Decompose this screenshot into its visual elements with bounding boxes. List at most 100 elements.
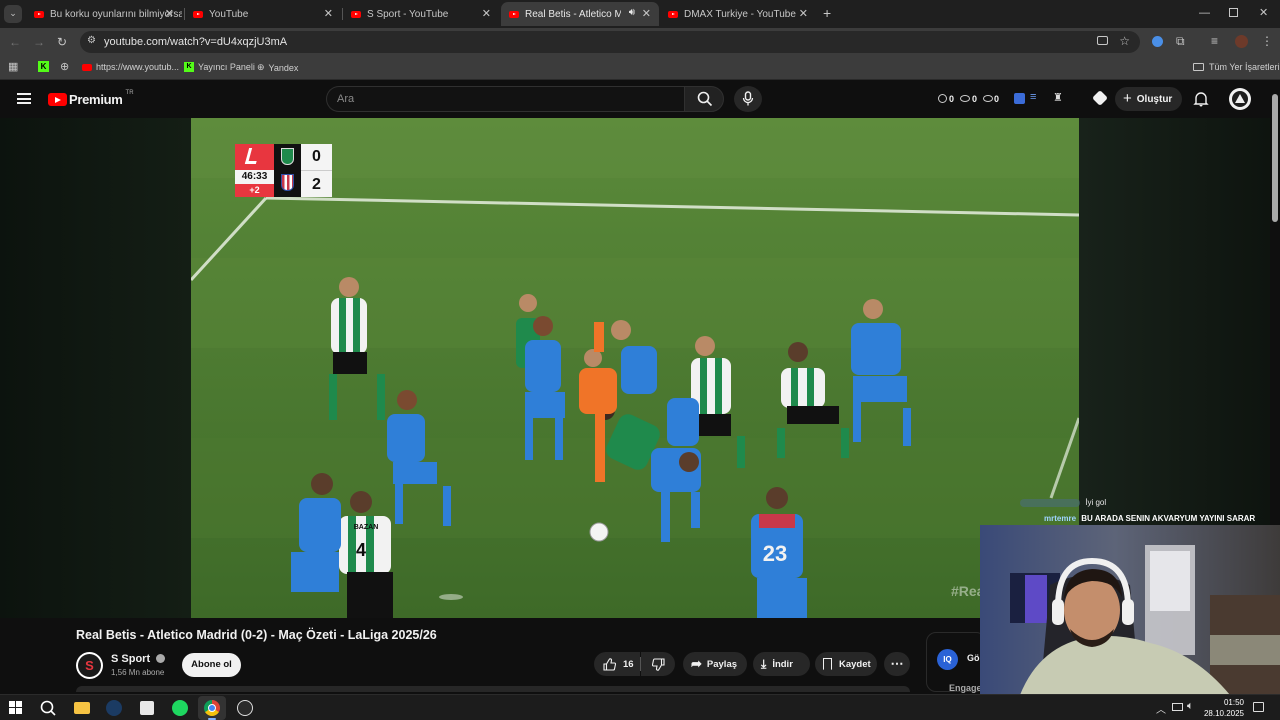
microphone-icon (742, 91, 754, 106)
tab-horror-games[interactable]: Bu korku oyunlarını bilmiyorsan ✕ (26, 2, 182, 26)
forward-icon[interactable]: → (33, 36, 45, 48)
taskbar-search-icon[interactable] (39, 699, 57, 717)
tray-chevron-icon[interactable]: ︿ (1156, 701, 1166, 716)
close-tab-icon[interactable]: ✕ (642, 7, 651, 20)
bookmark-yayinci-paneli[interactable]: K Yayıncı Paneli (184, 62, 255, 72)
obs-icon[interactable] (237, 700, 253, 716)
verified-icon (156, 654, 166, 663)
close-tab-icon[interactable]: ✕ (482, 7, 491, 20)
notifications-bell-icon[interactable] (1193, 91, 1209, 107)
audio-playing-icon[interactable]: 🔊︎ (629, 7, 635, 18)
close-tab-icon[interactable]: ✕ (324, 7, 333, 20)
match-clock: 46:33 (235, 170, 274, 184)
extension-blue-icon[interactable] (1152, 36, 1163, 47)
laliga-logo (235, 144, 274, 170)
thumbs-up-icon (603, 657, 616, 671)
save-button[interactable]: Kaydet (815, 652, 877, 676)
hamburger-menu-icon[interactable] (17, 93, 31, 104)
more-actions-button[interactable]: ⋯ (884, 652, 910, 676)
dislike-button[interactable] (641, 652, 675, 676)
bookmark-yandex[interactable]: ⊕ Yandex (257, 62, 298, 73)
chat-line-2: mrtemre BU ARADA SENIN AKVARYUM YAYINI S… (1044, 514, 1256, 523)
site-info-icon[interactable]: ⚙ (87, 35, 96, 46)
channel-name[interactable]: S Sport (111, 653, 166, 665)
stat-3: 0 (994, 94, 1000, 104)
tab-real-betis-atletico[interactable]: Real Betis - Atletico Madrid 🔊︎ ✕ (501, 2, 659, 26)
like-button[interactable]: 16 (594, 652, 640, 676)
globe-bookmark-icon[interactable]: ⊕ (60, 61, 69, 73)
back-icon[interactable]: ← (9, 36, 21, 48)
video-info: Real Betis - Atletico Madrid (0-2) - Maç… (0, 618, 986, 693)
bookmark-youtube[interactable]: https://www.youtub... (82, 62, 179, 72)
volume-icon[interactable]: 🔈︎ (1187, 700, 1194, 713)
youtube-favicon-icon (509, 10, 519, 18)
extension-iq-icon[interactable] (1014, 93, 1025, 104)
restore-icon[interactable] (1229, 8, 1238, 17)
clock[interactable]: 01:50 28.10.2025 (1200, 697, 1244, 719)
file-explorer-icon[interactable] (74, 702, 90, 714)
tab-youtube[interactable]: YouTube ✕ (185, 2, 341, 26)
folder-icon (1193, 63, 1204, 71)
tab-s-sport[interactable]: S Sport - YouTube ✕ (343, 2, 499, 26)
browser-menu-icon[interactable]: ⋮ (1261, 35, 1273, 47)
create-button[interactable]: + Oluştur (1115, 87, 1182, 111)
profile-avatar-icon[interactable] (1235, 35, 1248, 48)
apps-grid-icon[interactable]: ▦ (8, 61, 18, 73)
extension-list-icon[interactable]: ≡ (1030, 91, 1036, 103)
all-bookmarks[interactable]: Tüm Yer İşaretleri (1193, 62, 1280, 72)
side-panel-card[interactable]: IQ Gö Engage (926, 632, 986, 693)
reload-icon[interactable]: ↻ (57, 36, 67, 48)
iq-badge-icon: IQ (937, 649, 958, 670)
kick-bookmark-icon[interactable]: K (38, 61, 49, 72)
plus-icon: + (1123, 90, 1132, 107)
more-dots-icon: ⋯ (890, 656, 904, 671)
scrollbar-thumb[interactable] (1272, 94, 1278, 222)
extension-puzzle-icon[interactable] (1092, 90, 1108, 106)
youtube-masthead: Premium TR Ara 0 0 0 ≡ ♜ + Oluştur (0, 81, 1280, 118)
url-text[interactable]: youtube.com/watch?v=dU4xqzjU3mA (104, 36, 287, 48)
voice-search-button[interactable] (734, 86, 762, 112)
address-bar[interactable]: ⚙ youtube.com/watch?v=dU4xqzjU3mA ☆ (80, 31, 1140, 53)
youtube-premium-logo[interactable]: Premium TR (48, 90, 134, 107)
share-button[interactable]: ➦ Paylaş (683, 652, 747, 676)
close-tab-icon[interactable]: ✕ (799, 7, 808, 20)
stat-eye-icon[interactable] (960, 95, 970, 102)
network-icon[interactable] (1172, 703, 1183, 711)
video-player[interactable]: 4 BAZAN 23 #Rea 0 46:33 +2 2 (191, 118, 1079, 618)
extensions-puzzle-icon[interactable]: ⧉ (1176, 35, 1185, 47)
stat-history-icon[interactable] (938, 94, 947, 103)
search-input[interactable]: Ara (326, 86, 684, 112)
subscriber-count: 1,56 Mn abone (111, 668, 165, 677)
steam-icon[interactable] (106, 700, 122, 716)
bookmarks-bar: ▦ K ⊕ https://www.youtub... K Yayıncı Pa… (0, 56, 1280, 80)
chat-line-1: İyi gol (1020, 498, 1106, 507)
betis-crest-icon (274, 144, 301, 170)
webcam-scene (980, 525, 1280, 695)
tab-search-icon[interactable]: ⌄ (4, 5, 22, 23)
minimize-icon[interactable]: — (1199, 7, 1210, 19)
description-box[interactable] (76, 686, 910, 692)
extension-trophy-icon[interactable]: ♜ (1053, 91, 1063, 104)
download-button[interactable]: ⤓ İndir (753, 652, 810, 676)
new-tab-icon[interactable]: + (823, 6, 831, 20)
jersey-name-betis: BAZAN (354, 524, 379, 531)
chrome-taskbar-button[interactable] (198, 696, 226, 720)
close-tab-icon[interactable]: ✕ (165, 7, 174, 20)
account-avatar[interactable] (1229, 88, 1251, 110)
subscribe-button[interactable]: Abone ol (182, 653, 241, 677)
away-score: 2 (301, 170, 332, 197)
media-controls-icon[interactable]: ≡ (1211, 35, 1218, 47)
channel-avatar[interactable]: S (76, 652, 103, 679)
search-button[interactable] (684, 86, 724, 112)
windows-start-icon[interactable] (9, 701, 22, 714)
added-time: +2 (235, 184, 274, 197)
notifications-icon[interactable] (1253, 702, 1264, 712)
browser-tab-strip: ⌄ Bu korku oyunlarını bilmiyorsan ✕ YouT… (0, 0, 1280, 28)
bookmark-star-icon[interactable]: ☆ (1119, 34, 1130, 48)
spotify-icon[interactable] (172, 700, 188, 716)
close-window-icon[interactable]: ✕ (1259, 7, 1268, 19)
microsoft-store-icon[interactable] (140, 701, 154, 715)
tab-dmax-turkiye[interactable]: DMAX Turkiye - YouTube ✕ (660, 2, 816, 26)
install-app-icon[interactable] (1097, 36, 1108, 45)
stat-eye-icon[interactable] (983, 95, 993, 102)
